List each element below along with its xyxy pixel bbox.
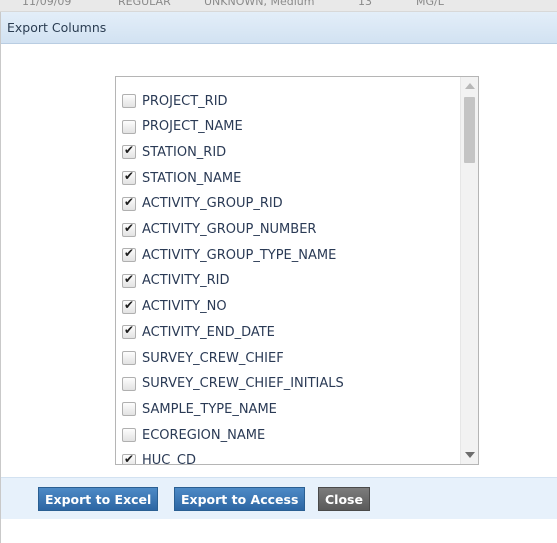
checkbox-unchecked-icon[interactable]	[122, 402, 136, 417]
column-option-label: SURVEY_CREW_CHIEF_INITIALS	[142, 376, 344, 392]
column-option[interactable]: STATION_RID	[122, 142, 226, 162]
checkbox-unchecked-icon[interactable]	[122, 428, 136, 443]
checkbox-unchecked-icon[interactable]	[122, 94, 136, 108]
column-option-label: SURVEY_CREW_CHIEF	[142, 350, 284, 366]
checkbox-checked-icon[interactable]	[122, 323, 136, 340]
background-grid-row: 11/09/09 REGULAR UNKNOWN, Medium 13 MG/L	[0, 0, 557, 12]
column-option-label: ACTIVITY_END_DATE	[142, 324, 275, 340]
column-option-label: ECOREGION_NAME	[142, 427, 266, 443]
close-button[interactable]: Close	[318, 487, 370, 511]
dialog-titlebar[interactable]: Export Columns	[1, 12, 557, 44]
checkbox-checked-icon[interactable]	[122, 143, 136, 160]
column-option-label: ACTIVITY_GROUP_RID	[142, 196, 283, 212]
background-cell: 11/09/09	[22, 0, 72, 8]
scroll-up-arrow-icon[interactable]	[465, 83, 475, 89]
checkbox-checked-icon[interactable]	[122, 272, 136, 288]
column-option-label: ACTIVITY_GROUP_TYPE_NAME	[142, 247, 337, 263]
column-option[interactable]: ACTIVITY_GROUP_TYPE_NAME	[122, 245, 336, 265]
column-option-label: PROJECT_RID	[142, 93, 228, 109]
column-option[interactable]: PROJECT_RID	[122, 91, 228, 111]
column-option-label: ACTIVITY_NO	[142, 299, 227, 315]
column-option[interactable]: ACTIVITY_GROUP_RID	[122, 194, 283, 214]
column-option[interactable]: SURVEY_CREW_CHIEF	[122, 348, 284, 368]
scroll-down-arrow-icon[interactable]	[465, 452, 475, 458]
column-option[interactable]: ACTIVITY_GROUP_NUMBER	[122, 220, 316, 240]
column-option[interactable]: ACTIVITY_RID	[122, 271, 230, 291]
column-option-label: STATION_NAME	[142, 170, 242, 186]
column-option[interactable]: SAMPLE_TYPE_NAME	[122, 399, 277, 419]
column-option-label: ACTIVITY_GROUP_NUMBER	[142, 222, 317, 237]
column-option[interactable]: ACTIVITY_NO	[122, 297, 227, 317]
checkbox-unchecked-icon[interactable]	[122, 119, 136, 134]
column-listbox[interactable]: PROJECT_RID PROJECT_NAME STATION_RID STATIO…	[115, 76, 479, 465]
checkbox-checked-icon[interactable]	[122, 452, 136, 464]
export-columns-dialog: Export Columns PROJECT_RID PROJECT_NAME ST…	[0, 12, 557, 543]
column-option[interactable]: ACTIVITY_END_DATE	[122, 322, 275, 342]
column-option[interactable]: PROJECT_NAME	[122, 117, 243, 137]
export-to-excel-button[interactable]: Export to Excel	[38, 487, 159, 511]
listbox-scrollbar[interactable]	[460, 77, 478, 464]
background-cell: 13	[358, 0, 372, 8]
checkbox-checked-icon[interactable]	[122, 169, 136, 186]
checkbox-checked-icon[interactable]	[122, 195, 136, 211]
checkbox-checked-icon[interactable]	[122, 246, 136, 263]
background-cell: MG/L	[416, 0, 444, 8]
column-option-label: PROJECT_NAME	[142, 119, 243, 135]
column-option[interactable]: SURVEY_CREW_CHIEF_INITIALS	[122, 374, 344, 394]
column-option[interactable]: STATION_NAME	[122, 168, 241, 188]
export-to-access-button[interactable]: Export to Access	[174, 487, 306, 511]
column-option[interactable]: ECOREGION_NAME	[122, 425, 265, 445]
column-option-label: SAMPLE_TYPE_NAME	[142, 401, 277, 417]
column-option-label: STATION_RID	[142, 144, 227, 160]
scroll-thumb[interactable]	[464, 97, 475, 163]
background-cell: UNKNOWN, Medium	[204, 0, 315, 8]
column-option-label: HUC_CD	[142, 453, 196, 465]
dialog-title: Export Columns	[7, 20, 107, 35]
column-option[interactable]: HUC_CD	[122, 451, 196, 465]
checkbox-checked-icon[interactable]	[122, 221, 136, 237]
checkbox-unchecked-icon[interactable]	[122, 376, 136, 391]
background-cell: REGULAR	[118, 0, 171, 8]
checkbox-checked-icon[interactable]	[122, 298, 136, 314]
dialog-button-bar: Export to Excel Export to Access Close	[1, 477, 557, 519]
checkbox-unchecked-icon[interactable]	[122, 351, 136, 365]
column-option-label: ACTIVITY_RID	[142, 273, 230, 289]
